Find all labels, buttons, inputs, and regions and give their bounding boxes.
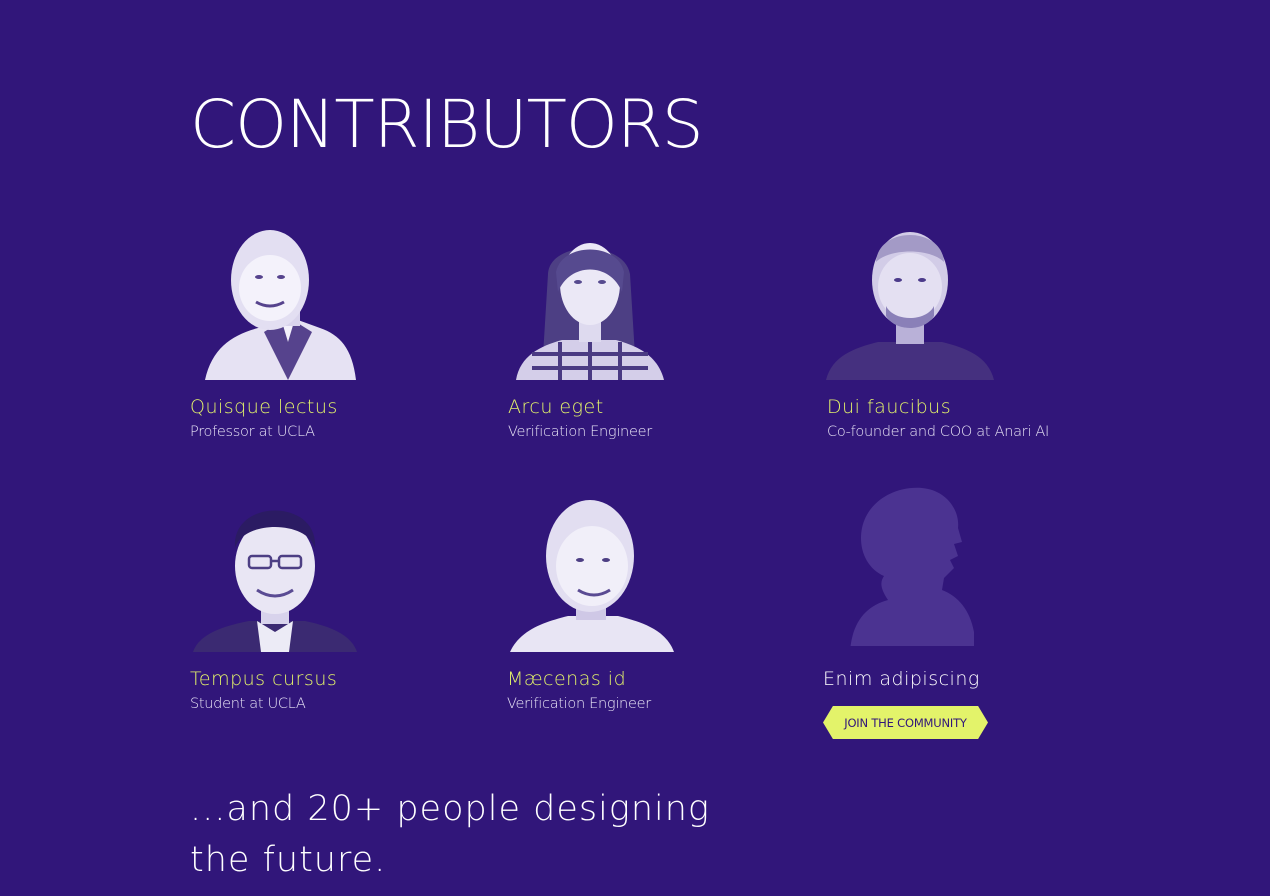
contributor-role: Professor at UCLA <box>190 424 315 440</box>
contributor-name: Dui faucibus <box>827 396 952 418</box>
contributor-photo <box>512 222 712 382</box>
contributor-photo <box>826 222 1026 382</box>
contributor-role: Student at UCLA <box>190 696 306 712</box>
tagline-line-2: the future. <box>190 840 387 880</box>
contributor-role: Verification Engineer <box>507 696 651 712</box>
contributor-role: Co-founder and COO at Anari AI <box>827 424 1049 440</box>
section-title: CONTRIBUTORS <box>190 86 704 163</box>
contributor-name: Tempus cursus <box>190 668 338 690</box>
contributor-name: Arcu eget <box>508 396 604 418</box>
join-community-button[interactable]: JOIN THE COMMUNITY <box>823 706 988 739</box>
tagline-line-1: ...and 20+ people designing <box>190 789 710 829</box>
silhouette-icon <box>846 486 1046 646</box>
contributor-photo <box>193 494 393 654</box>
contributor-photo <box>200 222 400 382</box>
tagline: ...and 20+ people designing the future. <box>190 784 710 886</box>
contributor-name: Mæcenas id <box>507 668 627 690</box>
placeholder-name: Enim adipiscing <box>823 668 980 690</box>
contributor-name: Quisque lectus <box>190 396 338 418</box>
contributor-role: Verification Engineer <box>508 424 652 440</box>
contributor-photo <box>510 494 710 654</box>
